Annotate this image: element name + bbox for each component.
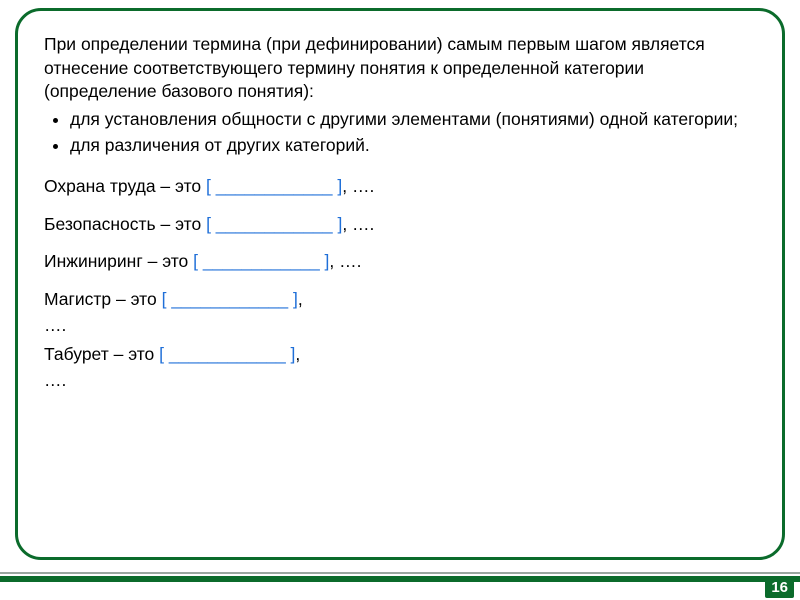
example-line: Инжиниринг – это [ ____________ ], …. — [44, 250, 756, 274]
bullet-item: для различения от других категорий. — [70, 134, 756, 158]
page-number: 16 — [765, 576, 794, 598]
example-sep: – это — [111, 289, 161, 309]
example-placeholder: [ ____________ ] — [206, 214, 342, 234]
example-trail: , — [298, 289, 303, 309]
example-term: Инжиниринг — [44, 251, 143, 271]
footer-gray-line — [0, 572, 800, 574]
example-placeholder: [ ____________ ] — [162, 289, 298, 309]
example-term: Магистр — [44, 289, 111, 309]
example-placeholder: [ ____________ ] — [193, 251, 329, 271]
example-sep: – это — [156, 214, 206, 234]
example-line: Магистр – это [ ____________ ], — [44, 288, 756, 312]
example-sep: – это — [156, 176, 206, 196]
example-line-continuation: …. — [44, 369, 756, 393]
example-term: Охрана труда — [44, 176, 156, 196]
example-trail: , …. — [342, 214, 374, 234]
example-placeholder: [ ____________ ] — [159, 344, 295, 364]
footer-green-line — [0, 576, 800, 582]
example-line: Охрана труда – это [ ____________ ], …. — [44, 175, 756, 199]
example-line-continuation: …. — [44, 314, 756, 338]
example-sep: – это — [109, 344, 159, 364]
content-frame: При определении термина (при дефинирован… — [15, 8, 785, 560]
bullet-list: для установления общности с другими элем… — [44, 108, 756, 157]
example-term: Безопасность — [44, 214, 156, 234]
example-trail: , …. — [342, 176, 374, 196]
example-line: Безопасность – это [ ____________ ], …. — [44, 213, 756, 237]
example-trail-line2: …. — [44, 370, 66, 390]
example-trail: , …. — [329, 251, 361, 271]
slide: При определении термина (при дефинирован… — [0, 0, 800, 600]
footer-bar — [0, 572, 800, 582]
intro-paragraph: При определении термина (при дефинирован… — [44, 33, 756, 104]
examples-block: Охрана труда – это [ ____________ ], …. … — [44, 175, 756, 392]
example-sep: – это — [143, 251, 193, 271]
example-placeholder: [ ____________ ] — [206, 176, 342, 196]
example-trail-line2: …. — [44, 315, 66, 335]
bullet-item: для установления общности с другими элем… — [70, 108, 756, 132]
example-line: Табурет – это [ ____________ ], — [44, 343, 756, 367]
example-trail: , — [295, 344, 300, 364]
example-term: Табурет — [44, 344, 109, 364]
